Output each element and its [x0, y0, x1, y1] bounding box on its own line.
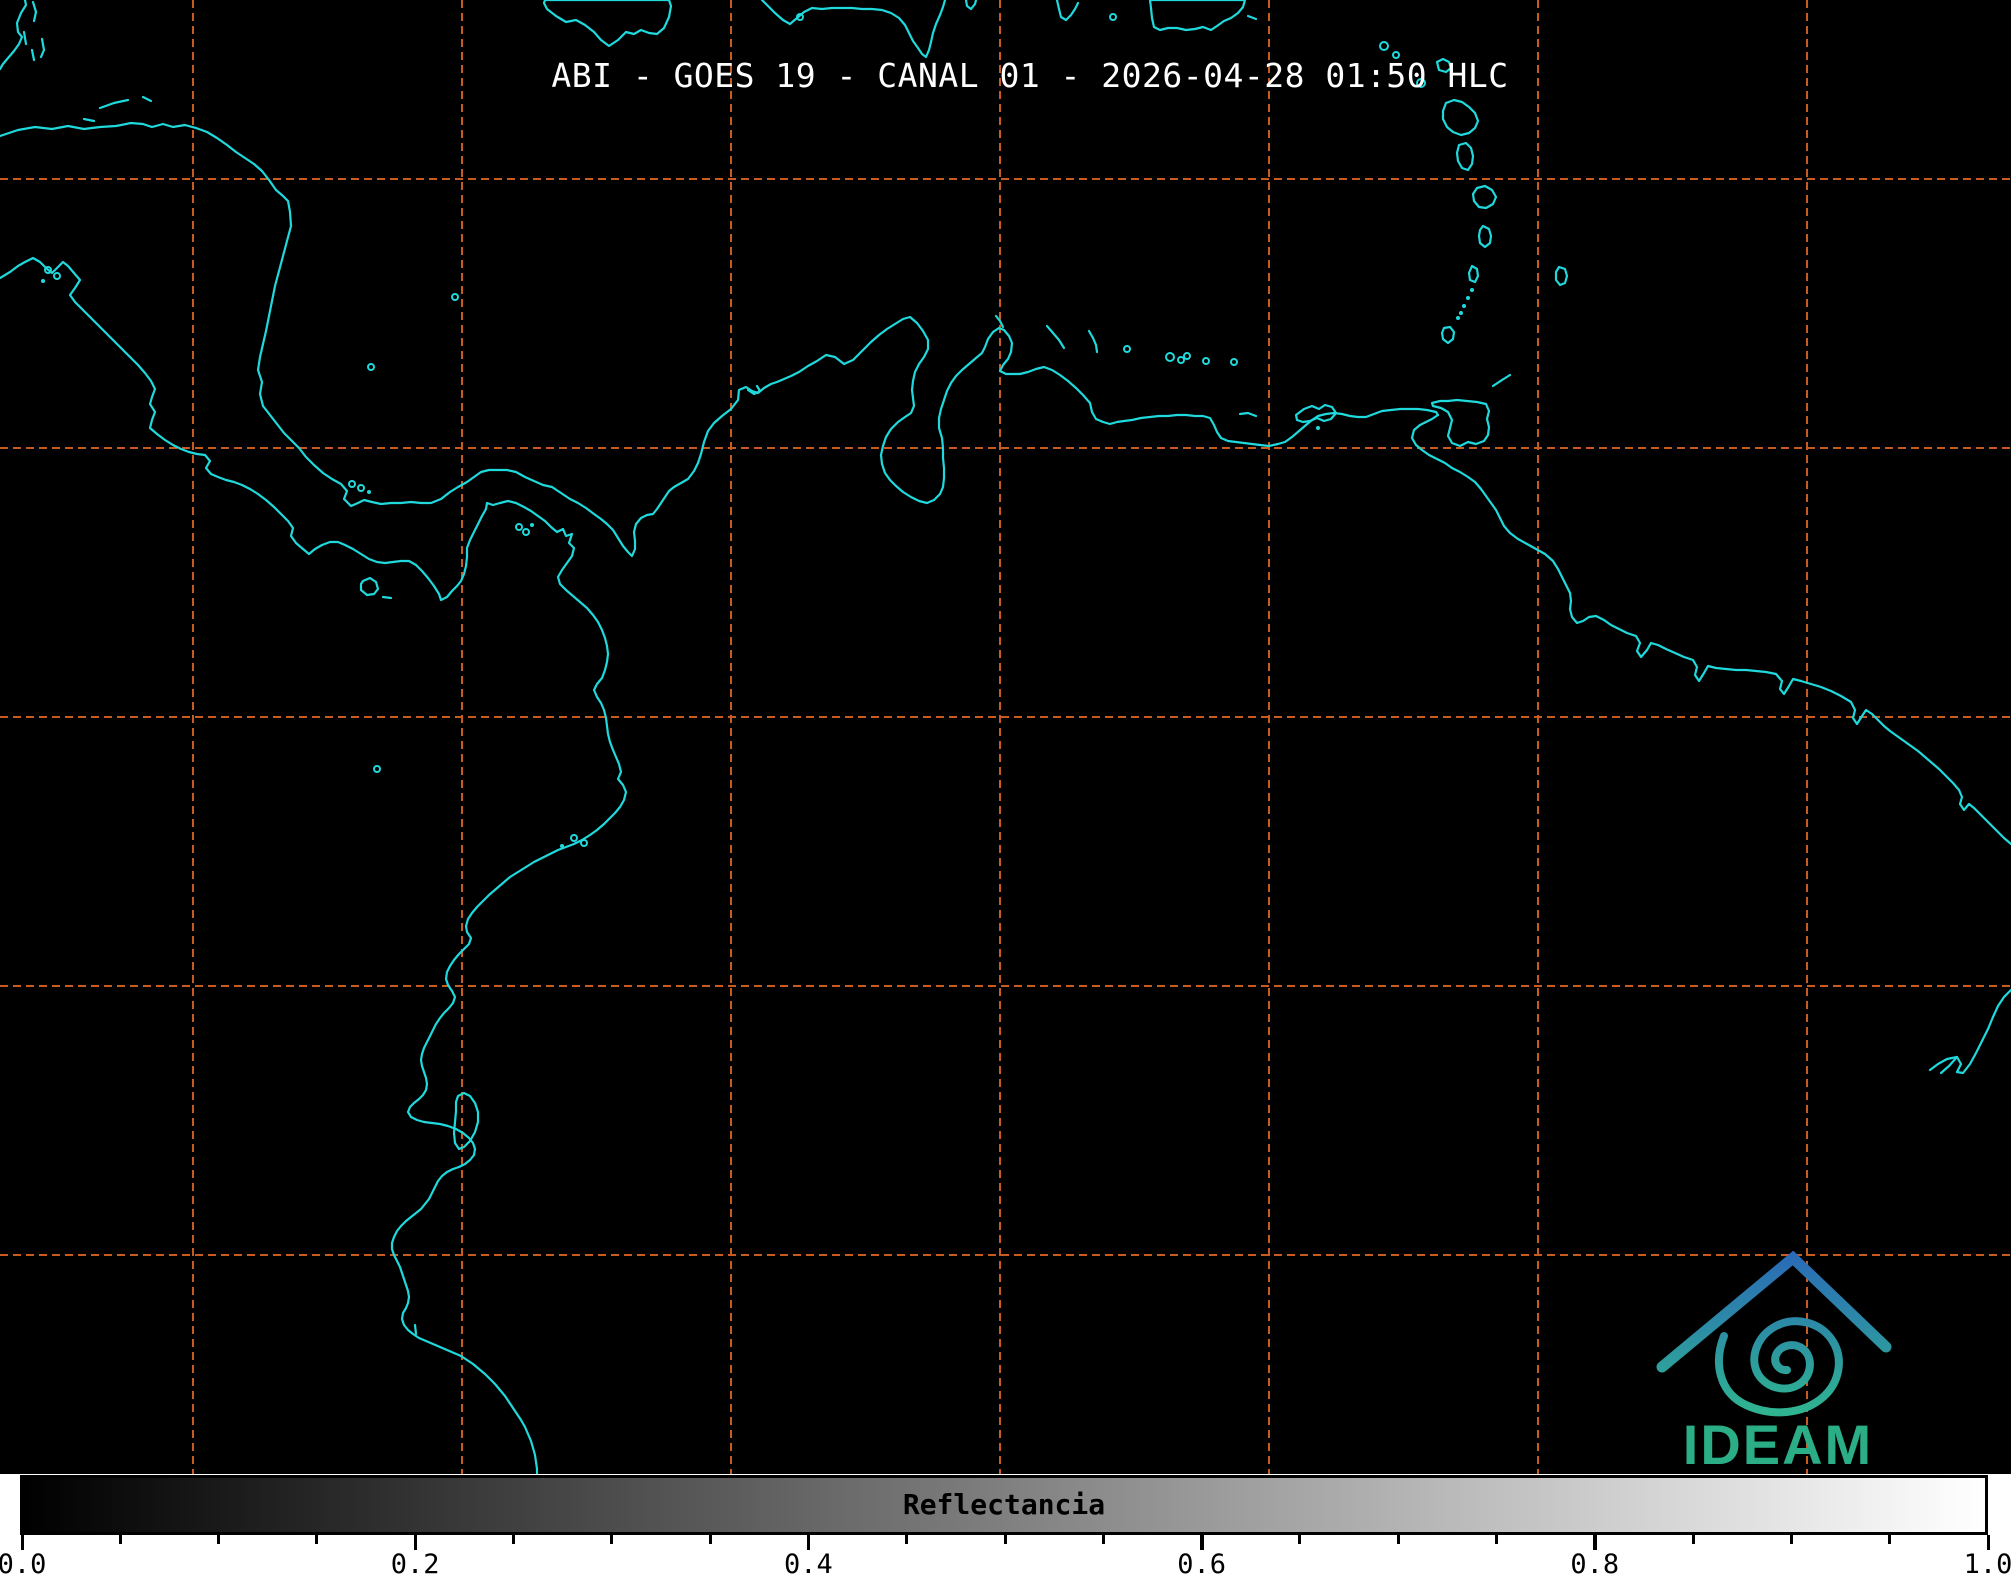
coastline-caribbean-mainland: [0, 121, 2011, 846]
colorbar-minor-tick: [315, 1535, 319, 1544]
colorbar-tick-label: 0.2: [390, 1549, 440, 1577]
islet: [1470, 288, 1474, 292]
colorbar-minor-tick: [1789, 1535, 1793, 1544]
coastline-virgin-islands: [1148, 0, 1247, 32]
coastline-tobago: [1491, 373, 1512, 388]
coastline-hispaniola-south: [760, 0, 947, 59]
islet: [1456, 316, 1460, 320]
islet: [1183, 352, 1191, 360]
islet: [367, 490, 371, 494]
coastline-cebaco: [381, 595, 393, 600]
coastline-martinique: [1471, 184, 1498, 210]
colorbar-minor-tick: [1691, 1535, 1695, 1544]
colorbar-tick-label: 0.0: [0, 1549, 47, 1577]
coastline-belize-coast: [0, 0, 28, 71]
coastline-bonaire: [1087, 329, 1099, 354]
islet: [580, 839, 588, 847]
map-title: ABI - GOES 19 - CANAL 01 - 2026-04-28 01…: [551, 56, 1509, 95]
ideam-logo: IDEAM: [1656, 1250, 1892, 1474]
islet: [530, 523, 534, 527]
islet: [1466, 296, 1470, 300]
colorbar-major-tick: [1593, 1535, 1597, 1550]
islet: [1177, 356, 1185, 364]
coastline-puerto-rico: [1055, 0, 1080, 22]
colorbar-minor-tick: [610, 1535, 614, 1544]
colorbar-minor-tick: [1396, 1535, 1400, 1544]
islet: [1230, 358, 1238, 366]
coastline-st-lucia: [1477, 224, 1493, 249]
colorbar-major-tick: [413, 1535, 418, 1550]
colorbar-major-tick: [20, 1535, 24, 1550]
colorbar-label: Reflectancia: [902, 1488, 1106, 1521]
colorbar-minor-tick: [512, 1535, 515, 1544]
islet: [570, 834, 578, 842]
colorbar-minor-tick: [1888, 1535, 1892, 1544]
coastline-trinidad: [1430, 398, 1491, 448]
islet: [522, 528, 530, 536]
islet: [348, 480, 356, 488]
colorbar-minor-tick: [1003, 1535, 1007, 1544]
coastline-grenada: [1440, 325, 1456, 345]
coastline-utila: [82, 117, 96, 123]
coastline-cienaga-santa-marta: [746, 384, 762, 396]
colorbar-major-tick: [806, 1535, 811, 1550]
coastline-coiba: [359, 576, 380, 597]
colorbar-minor-tick: [1495, 1535, 1498, 1544]
colorbar-tick-label: 1.0: [1963, 1549, 2011, 1577]
coastline-lobos-islet: [413, 1323, 418, 1336]
coastline-hispaniola-east: [964, 0, 978, 11]
coastline-belize-cay-1: [31, 0, 38, 23]
coastline-jamaica: [542, 0, 673, 48]
islet: [1379, 41, 1389, 51]
colorbar-major-tick: [1986, 1535, 1990, 1550]
coastline-belize-cay-2: [39, 37, 46, 59]
islet: [367, 363, 375, 371]
islet: [451, 293, 459, 301]
islet: [1316, 426, 1320, 430]
coastline-curacao: [1045, 324, 1066, 350]
coastline-guadeloupe: [1441, 98, 1480, 137]
islet: [560, 844, 564, 848]
islet: [1202, 357, 1210, 365]
logo-text: IDEAM: [1683, 1413, 1873, 1474]
islet: [1109, 13, 1117, 21]
coastline-belize-cay-4: [22, 30, 28, 46]
colorbar-minor-tick: [217, 1535, 221, 1544]
colorbar-minor-tick: [708, 1535, 712, 1544]
coastline-puna-island: [452, 1091, 480, 1151]
islet: [53, 272, 61, 280]
colorbar-minor-tick: [1298, 1535, 1302, 1544]
colorbar-minor-tick: [905, 1535, 909, 1544]
logo-swirl-icon: [1714, 1317, 1843, 1417]
coastline-st-vincent: [1467, 264, 1480, 284]
colorbar-major-tick: [1200, 1535, 1204, 1550]
colorbar-strip: Reflectancia 0.0 0.2 0.4 0.6 0.8 1.0: [0, 1474, 2011, 1577]
colorbar-tick-label: 0.4: [784, 1549, 833, 1577]
coastline-st-martin: [1246, 14, 1258, 21]
coastline-belize-cay-3: [30, 48, 36, 62]
satellite-image: ABI - GOES 19 - CANAL 01 - 2026-04-28 01…: [0, 0, 2011, 1577]
islet: [373, 765, 381, 773]
islet: [1123, 345, 1131, 353]
coastline-guanaja: [141, 95, 153, 103]
islet: [515, 523, 523, 531]
islet: [41, 279, 45, 283]
coastline-amazon-coast-fragment: [1928, 988, 2011, 1075]
colorbar-minor-tick: [118, 1535, 122, 1544]
coastline-pacific-mainland: [0, 256, 628, 1474]
islet: [357, 484, 365, 492]
colorbar-minor-tick: [1101, 1535, 1105, 1544]
colorbar-gradient: Reflectancia: [20, 1475, 1988, 1535]
coastline-dominica: [1455, 141, 1475, 172]
colorbar-tick-label: 0.6: [1177, 1549, 1226, 1577]
coastline-la-tortuga: [1238, 411, 1258, 418]
coastline-roatan: [98, 98, 130, 110]
coastline-barbados: [1554, 265, 1569, 287]
islet: [1165, 352, 1175, 362]
islet: [796, 13, 804, 21]
islet: [1459, 311, 1463, 315]
colorbar-tick-label: 0.8: [1570, 1549, 1620, 1577]
islet: [1462, 304, 1466, 308]
